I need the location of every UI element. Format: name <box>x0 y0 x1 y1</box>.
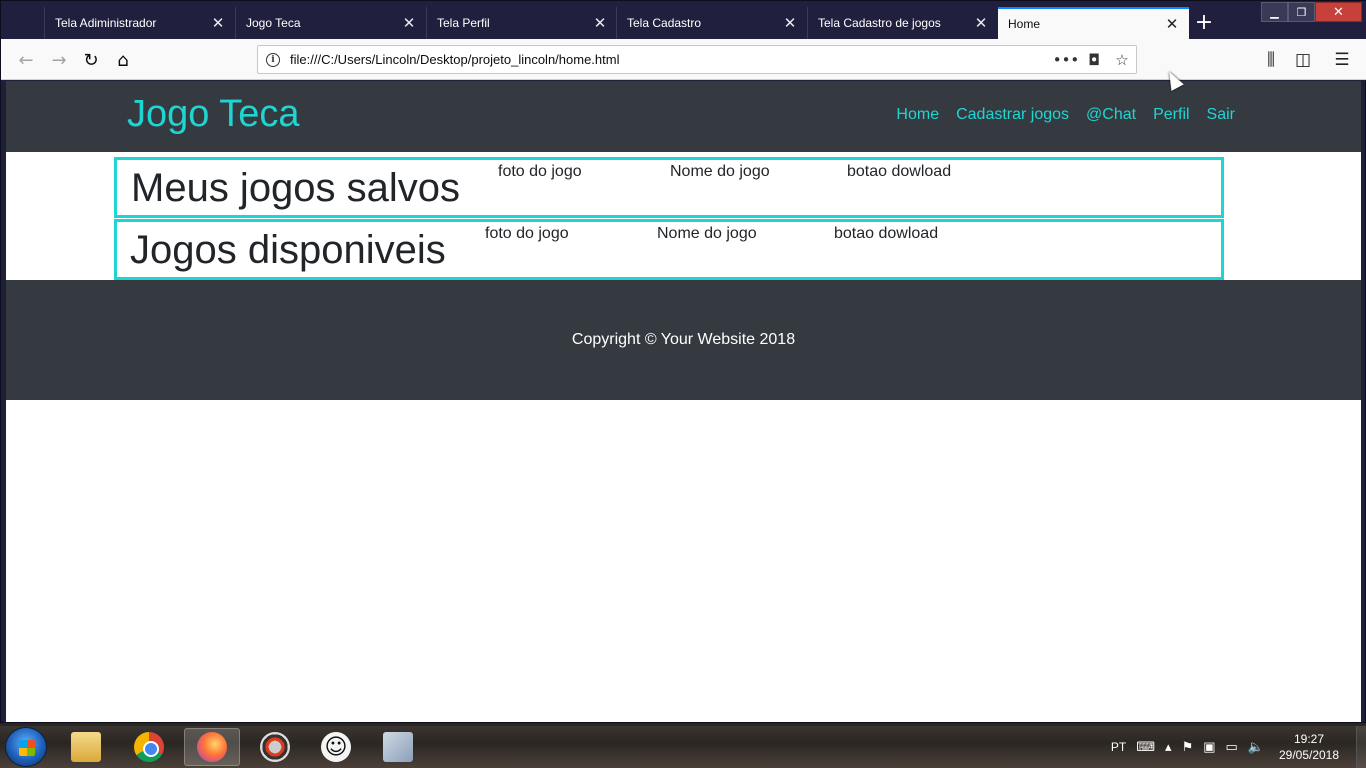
url-bar[interactable]: i file:///C:/Users/Lincoln/Desktop/proje… <box>257 45 1137 74</box>
tab-title: Tela Cadastro de jogos <box>818 16 941 30</box>
taskbar-media-player[interactable] <box>247 728 303 766</box>
nav-link-home[interactable]: Home <box>896 106 939 124</box>
url-text[interactable]: file:///C:/Users/Lincoln/Desktop/projeto… <box>288 52 1052 67</box>
close-icon[interactable]: ✕ <box>1161 13 1183 35</box>
image-viewer-icon <box>383 732 413 762</box>
tab-title: Jogo Teca <box>246 16 301 30</box>
pocket-icon[interactable]: ◘ <box>1080 51 1108 69</box>
nav-links: Home Cadastrar jogos @Chat Perfil Sair <box>896 106 1235 124</box>
browser-window: Tela Adiministrador ✕ Jogo Teca ✕ Tela P… <box>0 0 1366 723</box>
home-button[interactable]: ⌂ <box>108 45 138 75</box>
clock-time: 19:27 <box>1293 732 1325 746</box>
firefox-icon <box>197 732 227 762</box>
reload-button[interactable]: ↻ <box>76 45 106 75</box>
close-icon[interactable]: ✕ <box>589 12 611 34</box>
action-center-flag-icon[interactable]: ⚑ <box>1182 739 1194 755</box>
window-close-button[interactable]: ✕ <box>1315 2 1362 22</box>
windows-logo-icon <box>19 740 35 756</box>
minimize-button[interactable]: ▁ <box>1261 2 1288 22</box>
network-icon[interactable]: ▭ <box>1226 739 1238 755</box>
maximize-button[interactable]: ❐ <box>1288 2 1315 22</box>
bookmark-star-icon[interactable]: ☆ <box>1108 51 1136 69</box>
nav-link-cadastrar-jogos[interactable]: Cadastrar jogos <box>956 106 1069 124</box>
media-player-icon <box>260 732 290 762</box>
close-icon[interactable]: ✕ <box>207 12 229 34</box>
nav-link-chat[interactable]: @Chat <box>1086 106 1136 124</box>
start-button[interactable] <box>5 727 47 767</box>
section-title: Meus jogos salvos <box>131 166 461 210</box>
clock[interactable]: 19:27 29/05/2018 <box>1274 731 1344 763</box>
navigation-toolbar: ← → ↻ ⌂ i file:///C:/Users/Lincoln/Deskt… <box>1 39 1366 80</box>
game-name-placeholder: Nome do jogo <box>670 163 770 180</box>
taskbar-explorer[interactable] <box>58 728 114 766</box>
section-title: Jogos disponiveis <box>130 228 446 272</box>
taskbar: ☺ PT ⌨ ▴ ⚑ ▣ ▭ 🔈 19:27 29/05/2018 <box>0 726 1366 768</box>
taskbar-image-viewer[interactable] <box>370 728 426 766</box>
tab-title: Tela Adiministrador <box>55 16 157 30</box>
more-actions-icon[interactable]: ••• <box>1052 51 1080 69</box>
site-navbar: Jogo Teca Home Cadastrar jogos @Chat Per… <box>6 81 1361 152</box>
tray-expand-icon[interactable]: ▴ <box>1165 739 1172 755</box>
tab-jogo-teca[interactable]: Jogo Teca ✕ <box>235 7 426 39</box>
forward-button[interactable]: → <box>44 45 74 75</box>
download-button-placeholder: botao dowload <box>847 163 952 180</box>
back-button[interactable]: ← <box>11 45 41 75</box>
device-icon[interactable]: ▣ <box>1203 739 1215 755</box>
game-photo-placeholder: foto do jogo <box>498 163 582 180</box>
taskbar-chrome[interactable] <box>121 728 177 766</box>
volume-icon[interactable]: 🔈 <box>1248 739 1264 755</box>
tab-tela-cadastro-de-jogos[interactable]: Tela Cadastro de jogos ✕ <box>807 7 998 39</box>
clock-date: 29/05/2018 <box>1278 748 1340 762</box>
menu-icon[interactable]: ☰ <box>1327 45 1357 75</box>
tab-home[interactable]: Home ✕ <box>998 7 1189 39</box>
tab-title: Home <box>1008 17 1041 31</box>
smiley-icon: ☺ <box>321 732 351 762</box>
system-tray: PT ⌨ ▴ ⚑ ▣ ▭ 🔈 19:27 29/05/2018 <box>1111 726 1366 768</box>
new-tab-button[interactable]: + <box>1191 9 1217 35</box>
available-games-panel: Jogos disponiveis foto do jogo Nome do j… <box>114 219 1224 280</box>
tab-title: Tela Perfil <box>437 16 490 30</box>
taskbar-smiley-app[interactable]: ☺ <box>308 728 364 766</box>
folder-icon <box>71 732 101 762</box>
show-desktop-button[interactable] <box>1356 726 1366 768</box>
taskbar-firefox[interactable] <box>184 728 240 766</box>
keyboard-icon[interactable]: ⌨ <box>1136 739 1155 755</box>
sidebar-icon[interactable]: ◫ <box>1288 45 1318 75</box>
tab-tela-adiministrador[interactable]: Tela Adiministrador ✕ <box>44 7 235 39</box>
brand-logo[interactable]: Jogo Teca <box>127 93 300 136</box>
language-indicator[interactable]: PT <box>1111 740 1126 754</box>
close-icon[interactable]: ✕ <box>970 12 992 34</box>
info-icon[interactable]: i <box>258 52 288 67</box>
nav-link-perfil[interactable]: Perfil <box>1153 106 1189 124</box>
close-icon[interactable]: ✕ <box>398 12 420 34</box>
tab-strip: Tela Adiministrador ✕ Jogo Teca ✕ Tela P… <box>1 1 1366 39</box>
close-icon[interactable]: ✕ <box>779 12 801 34</box>
game-photo-placeholder: foto do jogo <box>485 225 569 242</box>
library-icon[interactable]: ⫼ <box>1256 45 1286 75</box>
tab-tela-cadastro[interactable]: Tela Cadastro ✕ <box>616 7 807 39</box>
site-footer: Copyright © Your Website 2018 <box>6 280 1361 400</box>
saved-games-panel: Meus jogos salvos foto do jogo Nome do j… <box>114 157 1224 218</box>
page-viewport: Jogo Teca Home Cadastrar jogos @Chat Per… <box>6 81 1361 722</box>
tab-tela-perfil[interactable]: Tela Perfil ✕ <box>426 7 617 39</box>
tab-title: Tela Cadastro <box>627 16 702 30</box>
download-button-placeholder: botao dowload <box>834 225 939 242</box>
nav-link-sair[interactable]: Sair <box>1207 106 1235 124</box>
game-name-placeholder: Nome do jogo <box>657 225 757 242</box>
chrome-icon <box>134 732 164 762</box>
copyright-text: Copyright © Your Website 2018 <box>571 331 796 348</box>
